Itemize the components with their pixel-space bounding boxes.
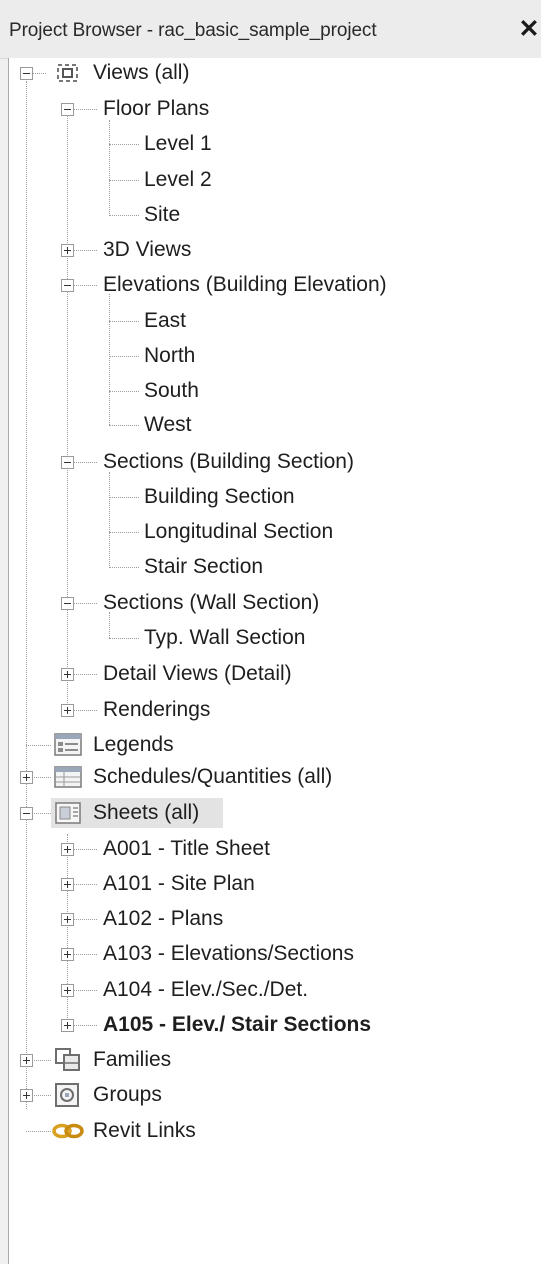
tree-node-floor-plans[interactable]: Floor Plans (103, 94, 209, 124)
expand-toggle[interactable] (20, 1089, 33, 1102)
revit-link-icon (52, 1123, 84, 1139)
tree-node-sheet-a103[interactable]: A103 - Elevations/Sections (103, 939, 354, 969)
expand-toggle[interactable] (61, 704, 74, 717)
collapse-toggle[interactable] (61, 279, 74, 292)
tree-node-families[interactable]: Families (93, 1045, 171, 1075)
tree-node-elevations[interactable]: Elevations (Building Elevation) (103, 270, 387, 300)
tree-leaf-stair-section[interactable]: Stair Section (144, 552, 263, 582)
tree-connector (109, 294, 110, 425)
tree-node-sheet-a001[interactable]: A001 - Title Sheet (103, 834, 270, 864)
expand-toggle[interactable] (61, 1019, 74, 1032)
tree-node-sheet-a105-active[interactable]: A105 - Elev./ Stair Sections (103, 1010, 371, 1040)
expand-toggle[interactable] (61, 984, 74, 997)
tree-node-sheet-a101[interactable]: A101 - Site Plan (103, 869, 255, 899)
tree-node-schedules[interactable]: Schedules/Quantities (all) (93, 762, 332, 792)
tree-node-renderings[interactable]: Renderings (103, 695, 210, 725)
legend-icon (54, 733, 82, 756)
schedule-icon (54, 766, 82, 788)
tree-node-sections-wall[interactable]: Sections (Wall Section) (103, 588, 319, 618)
collapse-toggle[interactable] (61, 103, 74, 116)
tree-leaf-north[interactable]: North (144, 341, 195, 371)
tree-leaf-typ-wall-section[interactable]: Typ. Wall Section (144, 623, 305, 653)
panel-title-bar: Project Browser - rac_basic_sample_proje… (0, 0, 541, 59)
expand-toggle[interactable] (20, 771, 33, 784)
tree-node-detail-views[interactable]: Detail Views (Detail) (103, 659, 292, 689)
tree-node-3d-views[interactable]: 3D Views (103, 235, 191, 265)
tree-leaf-west[interactable]: West (144, 410, 191, 440)
tree-connector (26, 81, 27, 1109)
tree-node-legends[interactable]: Legends (93, 730, 174, 760)
tree-node-revit-links[interactable]: Revit Links (93, 1116, 196, 1146)
tree-leaf-building-section[interactable]: Building Section (144, 482, 295, 512)
tree-leaf-level-2[interactable]: Level 2 (144, 165, 212, 195)
tree-leaf-site[interactable]: Site (144, 200, 180, 230)
tree-node-groups[interactable]: Groups (93, 1080, 162, 1110)
tree-connector (67, 115, 68, 711)
expand-toggle[interactable] (61, 913, 74, 926)
tree-connector (109, 472, 110, 568)
tree-leaf-longitudinal-section[interactable]: Longitudinal Section (144, 517, 333, 547)
expand-toggle[interactable] (61, 948, 74, 961)
expand-toggle[interactable] (61, 244, 74, 257)
tree-connector (67, 834, 68, 1026)
tree-leaf-east[interactable]: East (144, 306, 186, 336)
groups-icon (55, 1083, 79, 1107)
close-icon[interactable]: ✕ (518, 14, 540, 44)
tree-leaf-south[interactable]: South (144, 376, 199, 406)
collapse-toggle[interactable] (20, 807, 33, 820)
views-icon (57, 64, 78, 82)
expand-toggle[interactable] (61, 843, 74, 856)
collapse-toggle[interactable] (61, 456, 74, 469)
tree-leaf-level-1[interactable]: Level 1 (144, 129, 212, 159)
tree-connector (109, 120, 110, 216)
collapse-toggle[interactable] (61, 597, 74, 610)
tree-node-views[interactable]: Views (all) (93, 58, 189, 88)
panel-title: Project Browser - rac_basic_sample_proje… (9, 20, 377, 41)
sheet-icon (55, 802, 81, 824)
tree-node-sheets[interactable]: Sheets (all) (93, 798, 199, 828)
expand-toggle[interactable] (61, 668, 74, 681)
expand-toggle[interactable] (61, 878, 74, 891)
expand-toggle[interactable] (20, 1054, 33, 1067)
tree-node-sheet-a102[interactable]: A102 - Plans (103, 904, 223, 934)
collapse-toggle[interactable] (20, 67, 33, 80)
project-browser-panel: Project Browser - rac_basic_sample_proje… (0, 0, 541, 1264)
tree-node-sheet-a104[interactable]: A104 - Elev./Sec./Det. (103, 975, 308, 1005)
project-tree[interactable]: Views (all) Floor Plans Level 1 Level 2 … (8, 58, 541, 1264)
tree-node-sections-building[interactable]: Sections (Building Section) (103, 447, 354, 477)
families-icon (55, 1048, 80, 1071)
